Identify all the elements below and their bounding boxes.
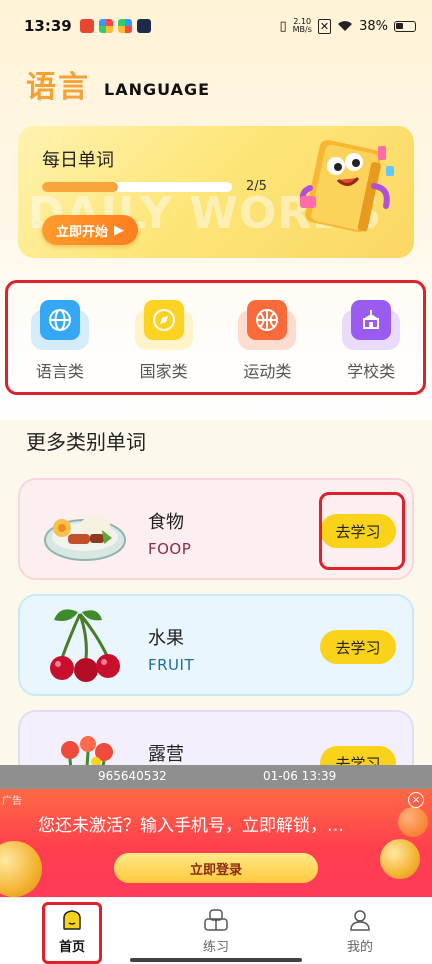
- watermark-timestamp: 01-06 13:39: [263, 769, 337, 783]
- status-time: 13:39: [24, 17, 72, 35]
- battery-icon: [394, 20, 416, 32]
- battery-percent: 38%: [359, 18, 388, 34]
- word-card-fruit[interactable]: 水果 FRUIT 去学习: [18, 594, 414, 696]
- watermark-strip: 965640532 01-06 13:39: [0, 765, 432, 789]
- word-card-title: 食物: [148, 512, 184, 533]
- school-icon: [351, 299, 392, 340]
- network-speed: 2.10 MB/s: [292, 17, 312, 34]
- start-now-button[interactable]: 立即开始 ▶: [42, 215, 138, 245]
- close-ad-icon[interactable]: ×: [408, 792, 424, 808]
- book-mascot-illustration: [299, 139, 394, 233]
- page-title: 语言: [26, 70, 90, 105]
- food-plate-illustration: [44, 516, 126, 561]
- category-sports[interactable]: 运动类: [222, 296, 312, 382]
- daily-progress-bar: [42, 182, 232, 192]
- go-learn-button[interactable]: 去学习: [320, 630, 396, 664]
- tab-profile-label: 我的: [346, 939, 373, 955]
- daily-words-title: 每日单词: [42, 150, 114, 171]
- tab-profile[interactable]: 我的: [288, 898, 432, 964]
- category-country[interactable]: 国家类: [119, 296, 209, 382]
- coin-decoration: [398, 807, 428, 837]
- status-bar: 13:39 ▯ 2.10 MB/s ✕ 38%: [0, 0, 432, 52]
- tab-practice[interactable]: 练习: [144, 898, 288, 964]
- daily-progress-fill: [42, 182, 118, 192]
- word-card-title: 水果: [148, 628, 184, 649]
- word-card-title: 露营: [148, 744, 184, 765]
- basketball-icon: [247, 299, 288, 340]
- daily-progress-text: 2/5: [246, 179, 267, 194]
- vibrate-icon: ▯: [279, 18, 287, 34]
- cherry-illustration: [50, 609, 120, 682]
- login-now-button[interactable]: 立即登录: [114, 853, 318, 883]
- profile-icon: [350, 909, 370, 931]
- wifi-icon: [338, 21, 353, 31]
- ad-text: 您还未激活？输入手机号，立即解锁，…: [38, 816, 344, 836]
- sim-icon: ✕: [317, 18, 332, 34]
- coin-decoration: [0, 841, 42, 897]
- start-now-label: 立即开始: [55, 224, 108, 240]
- daily-words-card[interactable]: DAILY WORDS 每日单词 2/5 立即开始 ▶: [18, 126, 414, 258]
- home-indicator: [130, 958, 302, 962]
- annotation-highlight-box: [42, 902, 102, 964]
- category-language[interactable]: 语言类: [15, 296, 105, 382]
- category-label: 学校类: [347, 361, 396, 381]
- play-icon: ▶: [114, 222, 124, 238]
- practice-icon: [204, 908, 228, 931]
- globe-icon: [39, 299, 80, 340]
- notification-app-icon: [98, 19, 113, 33]
- category-school[interactable]: 学校类: [326, 296, 416, 382]
- annotation-highlight-box: [319, 492, 405, 570]
- ad-banner[interactable]: 广告 您还未激活？输入手机号，立即解锁，… 立即登录 ×: [0, 789, 432, 897]
- watermark-id: 965640532: [98, 769, 167, 783]
- compass-icon: [143, 299, 184, 340]
- category-label: 国家类: [139, 361, 188, 381]
- coin-decoration: [380, 839, 420, 879]
- notification-app-icon: [117, 19, 132, 33]
- word-card-subtitle: FRUIT: [148, 656, 195, 674]
- more-categories-title: 更多类别单词: [26, 430, 146, 454]
- notification-app-icon: [136, 19, 151, 33]
- notification-app-icon: [79, 19, 94, 33]
- category-shortcuts: 语言类 国家类 运动类 学校类: [5, 280, 426, 395]
- tab-practice-label: 练习: [202, 939, 229, 955]
- word-card-subtitle: FOOP: [148, 540, 192, 558]
- category-label: 运动类: [243, 361, 292, 381]
- category-label: 语言类: [35, 361, 84, 381]
- ad-tag: 广告: [2, 796, 22, 807]
- page-subtitle: LANGUAGE: [104, 80, 211, 99]
